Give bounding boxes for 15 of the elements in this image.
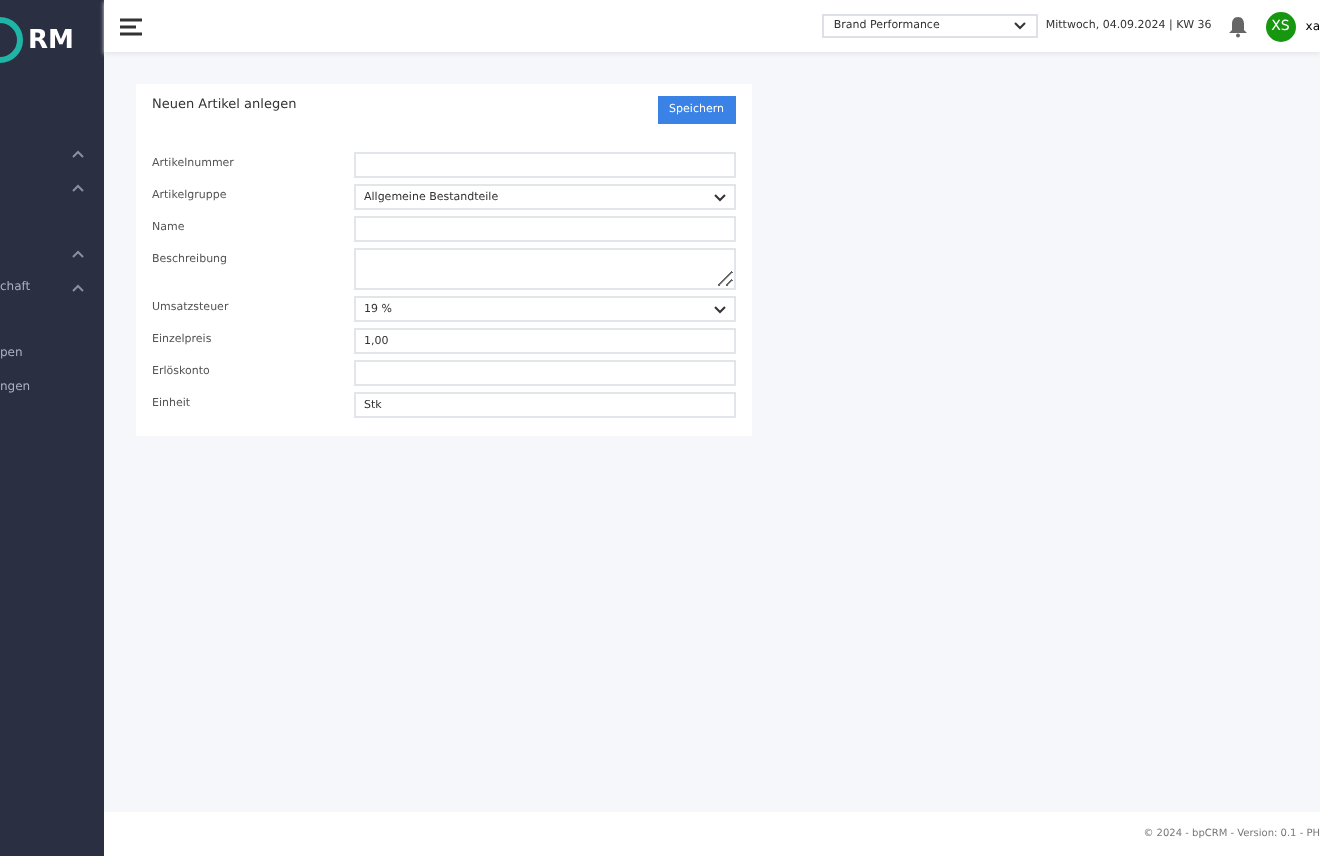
logo-ring-icon	[0, 16, 28, 64]
chevron-down-icon	[714, 193, 726, 201]
chevron-icon[interactable]	[72, 249, 84, 257]
chevron-icon[interactable]	[72, 283, 84, 291]
chevron-down-icon	[1013, 22, 1026, 30]
chevron-down-icon	[714, 305, 726, 313]
menu-icon[interactable]	[120, 17, 142, 35]
chevron-icon[interactable]	[72, 183, 84, 191]
input-field[interactable]	[354, 360, 736, 386]
logo-text: RM	[28, 25, 74, 55]
bell-icon[interactable]	[1227, 15, 1248, 37]
input-field[interactable]	[354, 216, 736, 242]
chevron-icon[interactable]	[72, 149, 84, 157]
textarea-field[interactable]	[354, 248, 736, 290]
input-field[interactable]	[354, 152, 736, 178]
